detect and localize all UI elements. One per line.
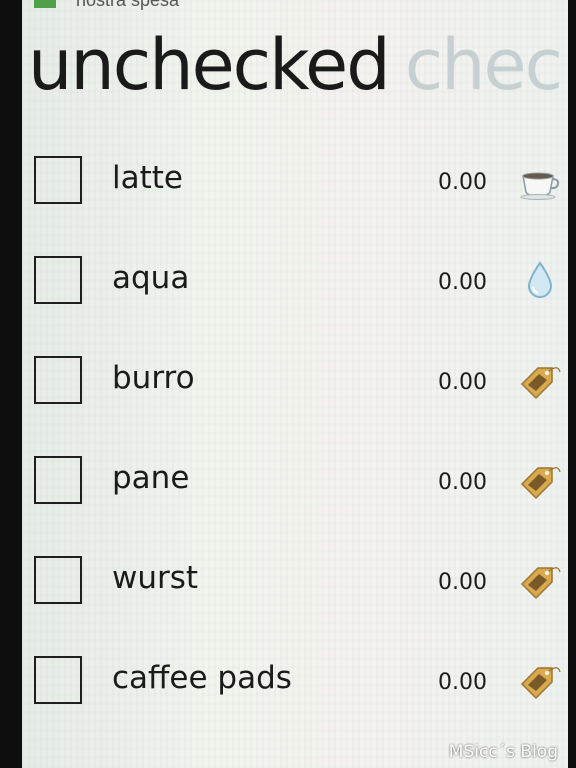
item-price: 0.00 (438, 370, 487, 395)
item-checkbox[interactable] (34, 656, 82, 704)
item-name: caffee pads (112, 660, 292, 696)
pivot-tab-checked[interactable]: chec (405, 24, 563, 106)
list-item[interactable]: burro 0.00 (22, 332, 568, 432)
pivot-header: unchecked chec (28, 20, 563, 110)
price-tag-icon (518, 458, 562, 502)
item-name: aqua (112, 260, 190, 296)
watermark-text: MSicc´s Blog (448, 742, 558, 762)
item-checkbox[interactable] (34, 556, 82, 604)
item-checkbox[interactable] (34, 256, 82, 304)
item-name: pane (112, 460, 190, 496)
list-item[interactable]: latte 0.00 (22, 132, 568, 232)
price-tag-icon (518, 358, 562, 402)
item-checkbox[interactable] (34, 356, 82, 404)
item-name: latte (112, 160, 183, 196)
price-tag-icon (518, 558, 562, 602)
item-price: 0.00 (438, 170, 487, 195)
item-checkbox[interactable] (34, 456, 82, 504)
shopping-list: latte 0.00 aqua 0.00 burro 0.00 pane 0.0… (22, 132, 568, 732)
item-price: 0.00 (438, 570, 487, 595)
item-price: 0.00 (438, 470, 487, 495)
app-title: nostra spesa (76, 0, 179, 11)
list-item[interactable]: pane 0.00 (22, 432, 568, 532)
price-tag-icon (518, 658, 562, 702)
water-drop-icon (518, 258, 562, 302)
app-icon (34, 0, 56, 8)
item-name: burro (112, 360, 195, 396)
item-name: wurst (112, 560, 199, 596)
list-item[interactable]: caffee pads 0.00 (22, 632, 568, 732)
list-item[interactable]: wurst 0.00 (22, 532, 568, 632)
list-item[interactable]: aqua 0.00 (22, 232, 568, 332)
app-title-bar: nostra spesa (34, 0, 179, 10)
item-checkbox[interactable] (34, 156, 82, 204)
item-price: 0.00 (438, 270, 487, 295)
item-price: 0.00 (438, 670, 487, 695)
pivot-tab-unchecked[interactable]: unchecked (28, 24, 391, 106)
phone-screen: nostra spesa uncheckedchec latte 0.00 aq… (22, 0, 568, 768)
coffee-cup-icon (518, 158, 562, 202)
